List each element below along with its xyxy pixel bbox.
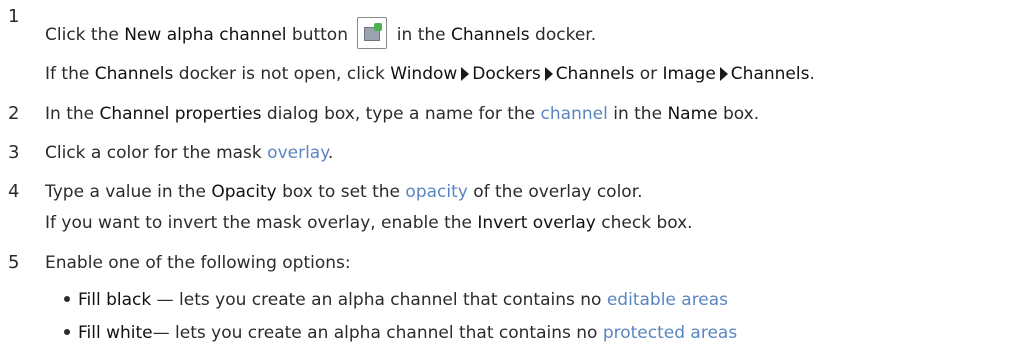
step-4-line-1: Type a value in the Opacity box to set t… [45,181,643,203]
menu-arrow-icon [544,67,553,81]
step-1-line-1: Click the New alpha channel button in th… [45,17,596,49]
step-1-text: docker is not open, click [173,64,391,84]
step-2-text: In the [45,104,100,124]
step-1-text: If the [45,64,95,84]
menu-dockers: Dockers [472,64,541,84]
step-5-line: Enable one of the following options: [45,252,351,274]
menu-channels: Channels [730,64,810,84]
step-4-text: of the overlay color. [467,182,643,202]
bullet-icon [64,296,70,302]
fill-white-label: Fill white [78,323,153,343]
step-1-text: docker. [529,25,597,45]
step-4-text: box to set the [276,182,406,202]
channels-docker-label: Channels [451,25,530,45]
step-1-line-2: If the Channels docker is not open, clic… [45,63,815,85]
new-alpha-channel-icon [357,17,388,49]
step-1-text: button [286,25,354,45]
step-number-3: 3 [8,142,20,163]
step-4-text: If you want to invert the mask overlay, … [45,213,478,233]
step-1-text: or [634,64,663,84]
help-document: 1 Click the New alpha channel button in … [0,0,1022,356]
bullet-fill-white: Fill white— lets you create an alpha cha… [64,322,737,344]
overlay-link[interactable]: overlay [267,143,328,163]
step-3-text: Click a color for the mask [45,143,268,163]
step-number-1: 1 [8,6,20,27]
step-2-text: dialog box, type a name for the [261,104,541,124]
step-4-text: Type a value in the [45,182,212,202]
channels-docker-label: Channels [94,64,174,84]
step-2-line: In the Channel properties dialog box, ty… [45,103,759,125]
step-1-text: . [809,64,815,84]
step-2-text: box. [717,104,760,124]
editable-areas-link[interactable]: editable areas [607,290,728,310]
name-box-label: Name [667,104,718,124]
new-alpha-channel-label: New alpha channel [124,25,287,45]
bullet-icon [64,329,70,335]
protected-areas-link[interactable]: protected areas [603,323,737,343]
step-number-2: 2 [8,103,20,124]
opacity-link[interactable]: opacity [405,182,467,202]
channel-properties-label: Channel properties [99,104,262,124]
step-1-text: in the [391,25,451,45]
step-4-text: check box. [595,213,693,233]
menu-window: Window [390,64,458,84]
bullet-fill-black: Fill black — lets you create an alpha ch… [64,289,728,311]
step-number-4: 4 [8,181,20,202]
menu-arrow-icon [461,67,470,81]
step-5-text: Enable one of the following options: [45,253,351,273]
menu-image: Image [662,64,716,84]
step-2-text: in the [607,104,668,124]
bullet-text: — lets you create an alpha channel that … [151,290,607,310]
menu-channels: Channels [555,64,635,84]
step-1-text: Click the [45,25,125,45]
new-badge-icon [374,23,383,31]
bullet-text: — lets you create an alpha channel that … [152,323,603,343]
step-number-5: 5 [8,252,20,273]
step-3-text: . [327,143,334,163]
menu-arrow-icon [719,67,728,81]
step-4-line-2: If you want to invert the mask overlay, … [45,212,693,234]
channel-link[interactable]: channel [541,104,608,124]
opacity-box-label: Opacity [211,182,277,202]
fill-black-label: Fill black [78,290,152,310]
step-3-line: Click a color for the mask overlay. [45,142,333,164]
invert-overlay-label: Invert overlay [477,213,596,233]
